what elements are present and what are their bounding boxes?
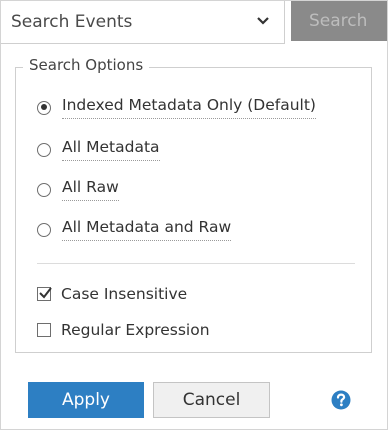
radio-all-raw[interactable]: All Raw xyxy=(37,178,119,201)
options-divider xyxy=(37,263,355,264)
radio-button[interactable] xyxy=(37,222,51,237)
checkbox-case-insensitive[interactable]: Case Insensitive xyxy=(37,285,187,303)
apply-button[interactable]: Apply xyxy=(28,382,144,418)
radio-indexed-metadata-only[interactable]: Indexed Metadata Only (Default) xyxy=(37,96,316,119)
checkbox-regular-expression[interactable]: Regular Expression xyxy=(37,321,210,339)
help-icon[interactable] xyxy=(331,390,351,410)
checkmark-icon xyxy=(39,287,52,299)
radio-label: All Raw xyxy=(62,178,119,201)
checkbox-label: Regular Expression xyxy=(61,321,210,339)
chevron-down-icon xyxy=(257,17,269,25)
checkbox-label: Case Insensitive xyxy=(61,285,188,303)
checkbox[interactable] xyxy=(37,323,51,337)
search-options-panel: Search Events Search Search Options Inde… xyxy=(0,0,388,430)
checkbox[interactable] xyxy=(37,287,52,301)
radio-label: All Metadata and Raw xyxy=(62,218,232,241)
search-events-dropdown[interactable]: Search Events xyxy=(1,1,285,44)
radio-all-metadata-and-raw[interactable]: All Metadata and Raw xyxy=(37,218,232,241)
radio-button[interactable] xyxy=(37,100,51,115)
search-button[interactable]: Search xyxy=(291,1,387,41)
radio-label: Indexed Metadata Only (Default) xyxy=(62,96,316,119)
cancel-button[interactable]: Cancel xyxy=(153,382,270,418)
search-events-placeholder: Search Events xyxy=(11,12,133,32)
radio-button[interactable] xyxy=(37,142,51,157)
search-row: Search Events Search xyxy=(1,1,387,45)
search-options-legend: Search Options xyxy=(23,56,150,74)
radio-button[interactable] xyxy=(37,182,51,197)
radio-label: All Metadata xyxy=(62,138,160,161)
radio-all-metadata[interactable]: All Metadata xyxy=(37,138,160,161)
